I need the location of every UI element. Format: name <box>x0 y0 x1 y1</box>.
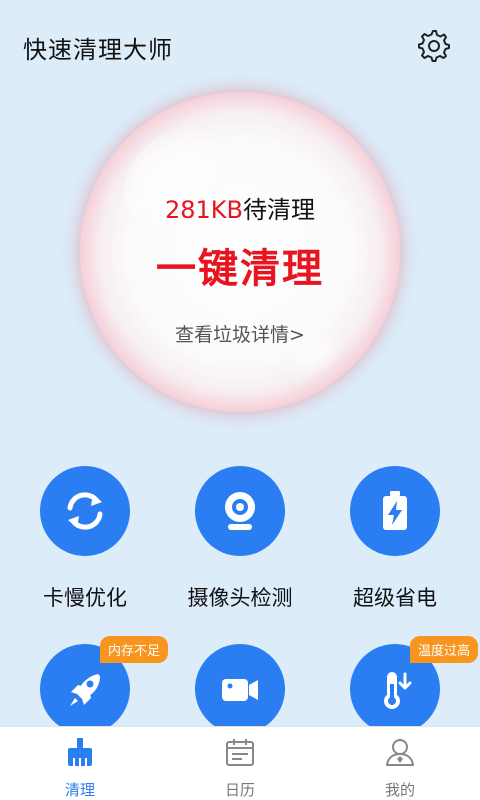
tool-camera-detect[interactable]: 摄像头检测 <box>165 466 315 612</box>
bubble-highlight <box>105 105 255 249</box>
app-title: 快速清理大师 <box>23 36 173 64</box>
nav-label: 日历 <box>224 781 255 799</box>
junk-size-suffix: 待清理 <box>243 196 315 224</box>
tool-power-save[interactable]: 超级省电 <box>320 466 470 612</box>
one-click-clean-button[interactable]: 一键清理 <box>80 236 400 294</box>
app-header: 快速清理大师 <box>0 0 480 92</box>
tool-label: 超级省电 <box>353 586 437 610</box>
clean-bubble[interactable]: 281KB待清理 一键清理 查看垃圾详情> <box>80 92 400 412</box>
video-camera-icon[interactable] <box>195 644 285 734</box>
broom-icon <box>63 737 97 771</box>
user-icon <box>383 737 417 771</box>
tool-video[interactable] <box>165 644 315 734</box>
tool-cooling[interactable]: 温度过高 <box>320 636 479 734</box>
webcam-icon[interactable] <box>195 466 285 556</box>
nav-label: 清理 <box>64 781 95 799</box>
tool-label: 摄像头检测 <box>187 586 293 610</box>
junk-size-number: 281KB <box>164 196 243 224</box>
tool-label: 卡慢优化 <box>43 586 127 610</box>
junk-size-text: 281KB待清理 <box>80 190 400 225</box>
temperature-high-badge: 温度过高 <box>410 636 479 663</box>
memory-low-badge: 内存不足 <box>100 636 169 663</box>
bottom-nav: 清理 日历 我的 <box>0 726 480 800</box>
nav-item-calendar[interactable]: 日历 <box>160 727 320 800</box>
refresh-icon[interactable] <box>40 466 130 556</box>
battery-icon[interactable] <box>350 466 440 556</box>
tool-lag-optimize[interactable]: 卡慢优化 <box>10 466 160 612</box>
junk-details-link[interactable]: 查看垃圾详情> <box>80 320 400 347</box>
nav-item-clean[interactable]: 清理 <box>0 727 160 800</box>
gear-icon[interactable] <box>416 28 452 64</box>
calendar-icon <box>223 737 257 771</box>
nav-label: 我的 <box>384 781 415 799</box>
tool-memory-boost[interactable]: 内存不足 <box>10 636 169 734</box>
nav-item-profile[interactable]: 我的 <box>320 727 480 800</box>
